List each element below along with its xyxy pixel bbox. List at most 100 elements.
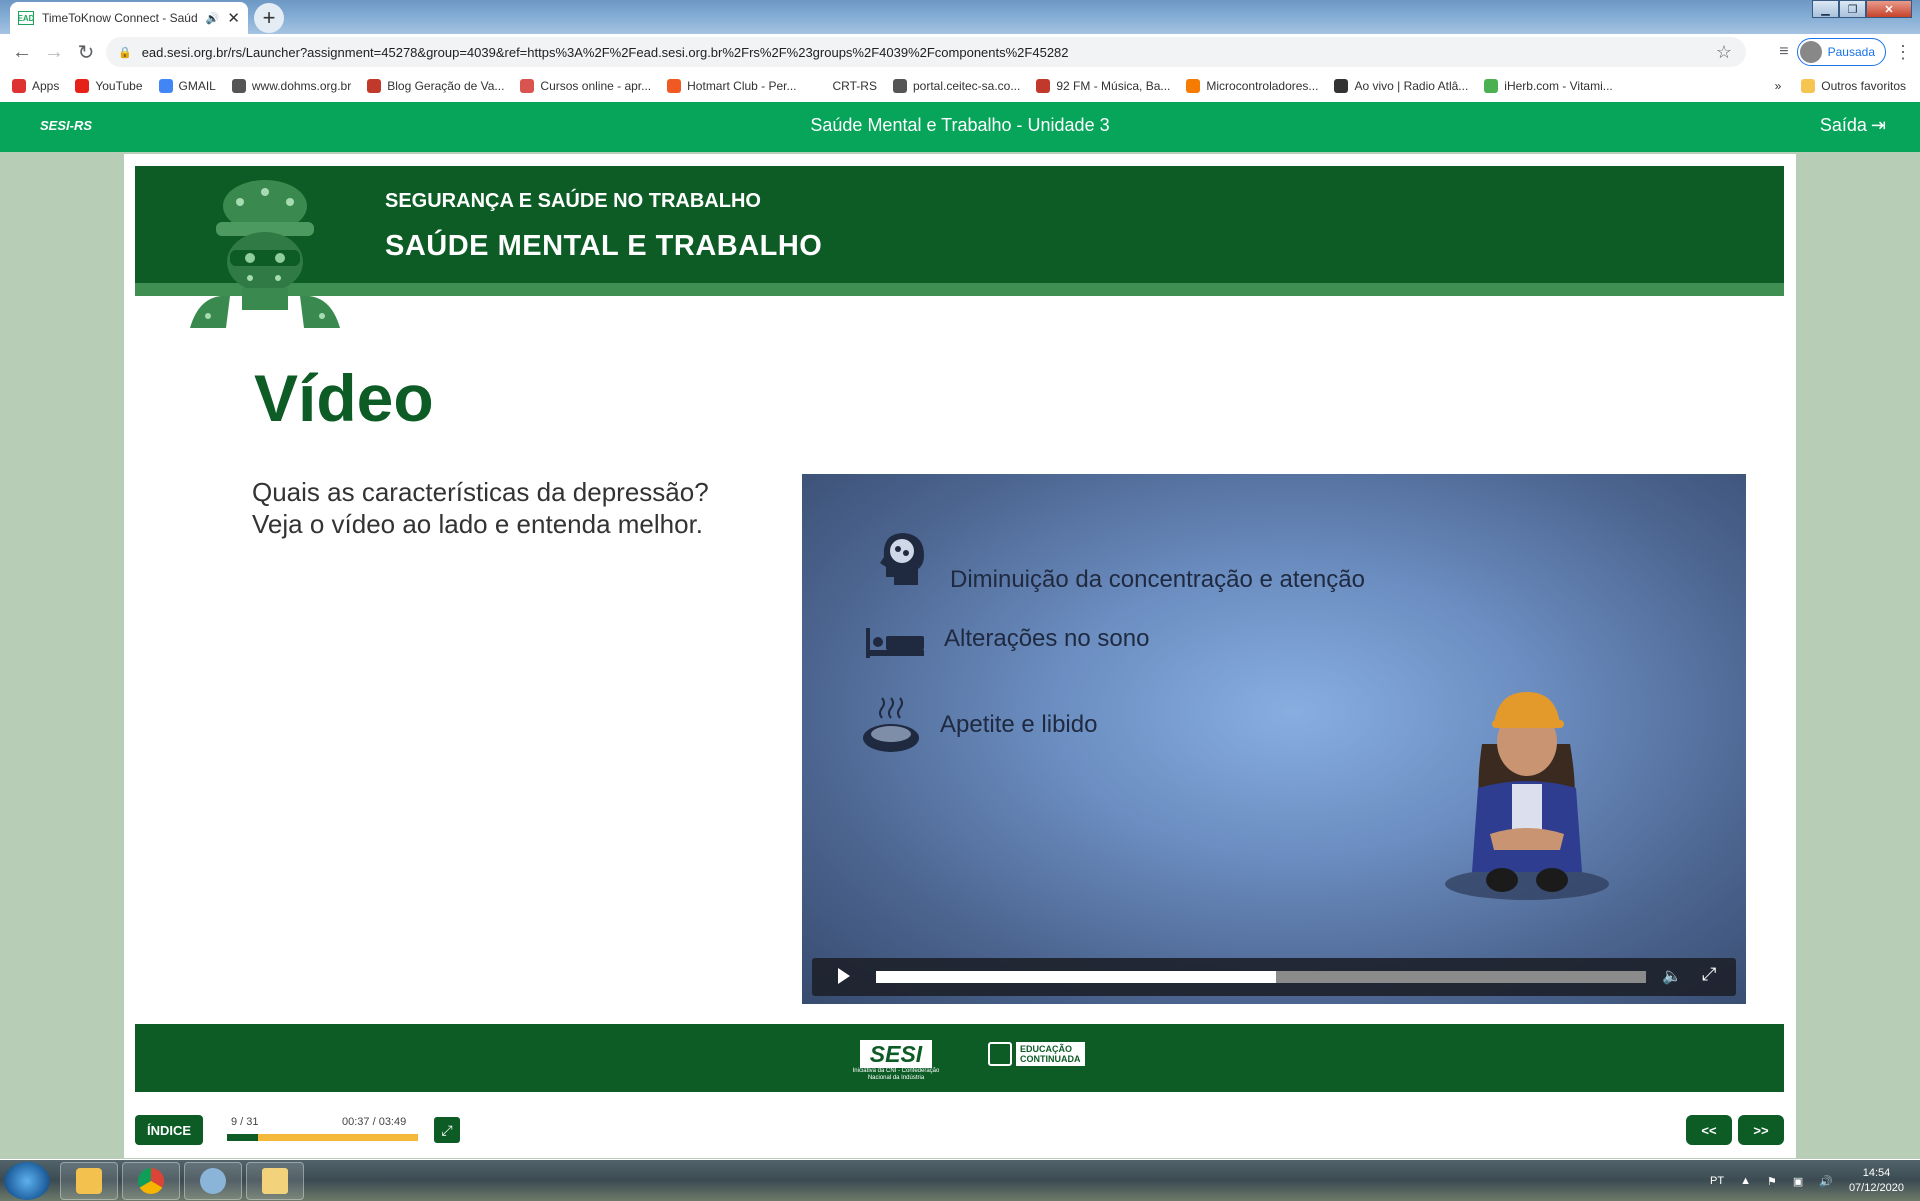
bookmark-item[interactable]: Ao vivo | Radio Atlâ... — [1334, 79, 1468, 93]
menu-kebab-icon[interactable]: ⋮ — [1894, 42, 1912, 63]
bookmark-favicon-icon — [1334, 79, 1349, 93]
sesi-tagline: Iniciativa da CNI - Confederação Naciona… — [852, 1068, 940, 1081]
bookmark-item[interactable]: Blog Geração de Va... — [367, 79, 504, 93]
address-bar[interactable]: 🔒 ead.sesi.org.br/rs/Launcher?assignment… — [106, 37, 1746, 67]
volume-icon[interactable]: 🔈 — [1662, 966, 1682, 986]
bookmark-item[interactable]: iHerb.com - Vitami... — [1484, 79, 1613, 93]
video-item-sleep: Alterações no sono — [864, 608, 1149, 670]
edu-logo-line1: EDUCAÇÃO — [1020, 1044, 1073, 1054]
clock[interactable]: 14:54 07/12/2020 — [1849, 1166, 1904, 1196]
bookmark-item[interactable]: YouTube — [75, 79, 143, 93]
exit-button[interactable]: Saída ⇥ — [1820, 115, 1886, 136]
taskbar-outlook[interactable] — [60, 1162, 118, 1200]
bookmark-star-icon[interactable]: ☆ — [1716, 42, 1732, 63]
profile-label: Pausada — [1827, 45, 1875, 59]
bookmark-item[interactable]: www.dohms.org.br — [231, 79, 352, 93]
paint-icon — [200, 1168, 226, 1194]
reading-list-icon[interactable]: ≡ — [1779, 43, 1788, 61]
folder-icon — [262, 1168, 288, 1194]
bookmark-label: portal.ceitec-sa.co... — [912, 79, 1021, 93]
bookmark-item[interactable]: GMAIL — [158, 79, 216, 93]
tray-arrow-icon[interactable]: ▲ — [1740, 1175, 1751, 1187]
app-header: SESI-RS Saúde Mental e Trabalho - Unidad… — [0, 102, 1920, 152]
intro-line-2: Veja o vídeo ao lado e entenda melhor. — [252, 509, 704, 539]
restore-button[interactable]: ❐ — [1839, 0, 1866, 18]
bookmark-item[interactable]: CRT-RS — [812, 79, 877, 93]
lock-icon[interactable]: 🔒 — [118, 46, 132, 59]
browser-tab[interactable]: EAD TimeToKnow Connect - Saúde 🔊 ✕ — [10, 2, 248, 34]
bookmark-label: Microcontroladores... — [1206, 79, 1319, 93]
bookmark-favicon-icon — [231, 79, 246, 93]
bookmark-label: GMAIL — [178, 79, 216, 93]
bookmark-label: www.dohms.org.br — [251, 79, 352, 93]
taskbar-chrome[interactable] — [122, 1162, 180, 1200]
video-progress-fill — [876, 971, 1277, 983]
bookmark-favicon-icon — [1484, 79, 1499, 93]
flag-icon[interactable]: ⚑ — [1767, 1175, 1777, 1188]
reload-button[interactable]: ↻ — [70, 36, 102, 68]
profile-button[interactable]: Pausada — [1796, 38, 1886, 66]
bookmark-favicon-icon — [520, 79, 535, 93]
course-progress-fill — [227, 1134, 258, 1141]
back-button[interactable]: ← — [6, 36, 38, 68]
banner-stripe — [135, 283, 1784, 296]
bookmark-item[interactable]: Cursos online - apr... — [520, 79, 651, 93]
close-window-button[interactable]: ✕ — [1866, 0, 1912, 18]
forward-button[interactable]: → — [38, 36, 70, 68]
video-item-concentration: Diminuição da concentração e atenção — [870, 522, 1365, 594]
bookmark-label: Cursos online - apr... — [540, 79, 652, 93]
network-icon[interactable]: ▣ — [1793, 1175, 1803, 1188]
bookmark-favicon-icon — [158, 79, 173, 93]
clock-time: 14:54 — [1862, 1167, 1891, 1179]
video-item-label: Apetite e libido — [940, 711, 1098, 738]
bookmarks-bar: Apps YouTube GMAIL www.dohms.org.br Blog Ger… — [0, 70, 1920, 102]
exit-icon: ⇥ — [1870, 115, 1886, 135]
time-counter: 00:37 / 03:49 — [342, 1116, 407, 1128]
video-item-appetite: Apetite e libido — [860, 694, 1097, 756]
browser-tabstrip: EAD TimeToKnow Connect - Saúde 🔊 ✕ + ▁ ❐… — [0, 0, 1920, 34]
bookmark-item[interactable]: portal.ceitec-sa.co... — [892, 79, 1021, 93]
course-banner — [135, 166, 1784, 296]
bookmark-favicon-icon — [1186, 79, 1201, 93]
sesi-logo: SESI — [860, 1040, 932, 1068]
avatar — [1799, 41, 1822, 63]
close-tab-icon[interactable]: ✕ — [227, 9, 240, 27]
brain-head-icon — [880, 533, 924, 585]
video-player[interactable]: Diminuição da concentração e atenção Alt… — [802, 474, 1746, 1004]
page-counter: 9 / 31 — [231, 1116, 259, 1128]
taskbar-explorer[interactable] — [246, 1162, 304, 1200]
bookmark-favicon-icon — [367, 79, 382, 93]
window-controls: ▁ ❐ ✕ — [1812, 0, 1912, 18]
new-tab-button[interactable]: + — [254, 3, 284, 33]
browser-toolbar: ← → ↻ 🔒 ead.sesi.org.br/rs/Launcher?assi… — [0, 34, 1920, 70]
next-button[interactable]: >> — [1738, 1115, 1784, 1145]
worker-mascot-icon — [190, 180, 340, 328]
bookmark-label: Hotmart Club - Per... — [687, 79, 797, 93]
edu-logo-line2: CONTINUADA — [1020, 1054, 1081, 1064]
play-icon[interactable] — [838, 968, 850, 984]
taskbar-paint[interactable] — [184, 1162, 242, 1200]
bookmark-item[interactable]: Hotmart Club - Per... — [667, 79, 797, 93]
bookmarks-more-button[interactable]: » — [1775, 79, 1782, 93]
course-navbar — [124, 1106, 1796, 1156]
banner-title: SAÚDE MENTAL E TRABALHO — [385, 230, 823, 262]
previous-button[interactable]: << — [1686, 1115, 1732, 1145]
expand-icon[interactable]: ⤢ — [434, 1117, 460, 1143]
other-bookmarks-folder[interactable]: Outros favoritos — [1801, 79, 1906, 93]
index-button[interactable]: ÍNDICE — [135, 1115, 203, 1145]
minimize-button[interactable]: ▁ — [1812, 0, 1839, 18]
bookmark-item[interactable]: 92 FM - Música, Ba... — [1036, 79, 1170, 93]
bookmark-favicon-icon — [667, 79, 682, 93]
food-plate-icon — [863, 697, 919, 752]
language-indicator[interactable]: PT — [1710, 1175, 1724, 1187]
video-controls: 🔈 ⤢ — [812, 958, 1736, 996]
video-seekbar[interactable] — [876, 971, 1646, 983]
fullscreen-icon[interactable]: ⤢ — [1702, 964, 1716, 985]
bookmark-item[interactable]: Apps — [12, 79, 59, 93]
speaker-icon[interactable]: 🔊 — [206, 12, 220, 25]
start-button[interactable] — [4, 1162, 50, 1200]
bookmark-item[interactable]: Microcontroladores... — [1186, 79, 1318, 93]
volume-icon[interactable]: 🔊 — [1819, 1175, 1833, 1188]
bookmark-favicon-icon — [892, 79, 907, 93]
system-tray: PT ▲ ⚑ ▣ 🔊 14:54 07/12/2020 — [1710, 1166, 1904, 1196]
